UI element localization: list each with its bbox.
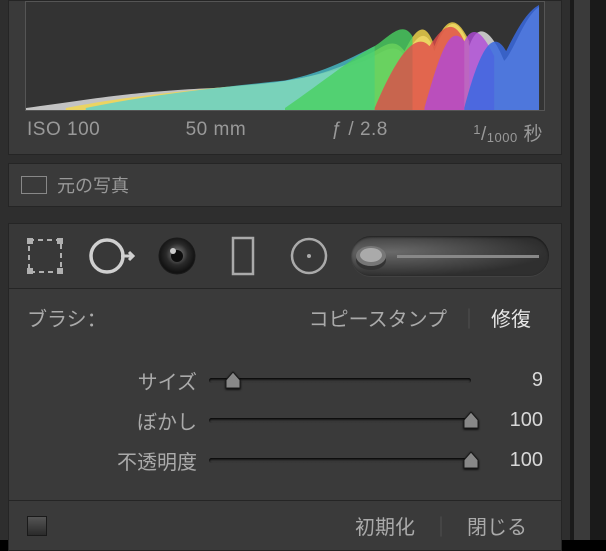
panel-footer: 初期化 ｜ 閉じる bbox=[8, 501, 562, 551]
feather-thumb[interactable] bbox=[462, 410, 480, 430]
spot-removal-tool[interactable] bbox=[87, 232, 135, 280]
right-gutter bbox=[570, 0, 606, 540]
slider-feather: ぼかし 100 bbox=[27, 400, 543, 440]
brush-icon bbox=[353, 238, 389, 274]
crop-tool[interactable] bbox=[21, 232, 69, 280]
feather-label: ぼかし bbox=[27, 406, 197, 435]
slider-size: サイズ 9 bbox=[27, 360, 543, 400]
before-preview-label: 元の写真 bbox=[57, 172, 129, 198]
size-label: サイズ bbox=[27, 366, 197, 395]
opacity-thumb[interactable] bbox=[462, 450, 480, 470]
opacity-label: 不透明度 bbox=[27, 446, 197, 475]
exif-shutter: 1/1000 秒 bbox=[473, 119, 543, 146]
redeye-tool[interactable] bbox=[153, 232, 201, 280]
brush-label: ブラシ： bbox=[27, 303, 107, 332]
feather-slider[interactable] bbox=[209, 410, 471, 430]
opacity-value[interactable]: 100 bbox=[483, 449, 543, 472]
brush-handle bbox=[397, 255, 539, 258]
size-thumb[interactable] bbox=[224, 370, 242, 390]
radial-filter-tool[interactable] bbox=[285, 232, 333, 280]
exif-aperture: ƒ / 2.8 bbox=[332, 119, 388, 146]
size-slider[interactable] bbox=[209, 370, 471, 390]
before-preview-row[interactable]: 元の写真 bbox=[8, 163, 562, 207]
exif-iso: ISO 100 bbox=[27, 119, 100, 146]
reset-button[interactable]: 初期化 bbox=[339, 511, 431, 540]
exif-focal: 50 mm bbox=[186, 119, 247, 146]
size-value[interactable]: 9 bbox=[483, 369, 543, 392]
close-button[interactable]: 閉じる bbox=[451, 511, 543, 540]
mode-clone[interactable]: コピースタンプ bbox=[297, 303, 459, 332]
opacity-slider[interactable] bbox=[209, 450, 471, 470]
brush-options-panel: ブラシ： コピースタンプ ｜ 修復 サイズ 9 ぼかし bbox=[8, 289, 562, 501]
before-preview-toggle-icon bbox=[21, 176, 47, 194]
feather-value[interactable]: 100 bbox=[483, 409, 543, 432]
slider-opacity: 不透明度 100 bbox=[27, 440, 543, 480]
histogram-panel: ISO 100 50 mm ƒ / 2.8 1/1000 秒 bbox=[8, 0, 562, 155]
exif-row: ISO 100 50 mm ƒ / 2.8 1/1000 秒 bbox=[9, 111, 561, 146]
mode-heal[interactable]: 修復 bbox=[479, 303, 543, 332]
graduated-filter-tool[interactable] bbox=[219, 232, 267, 280]
tool-strip bbox=[8, 223, 562, 289]
histogram[interactable] bbox=[25, 1, 545, 111]
adjustment-brush-tool[interactable] bbox=[351, 236, 549, 276]
panel-switch[interactable] bbox=[27, 516, 47, 536]
